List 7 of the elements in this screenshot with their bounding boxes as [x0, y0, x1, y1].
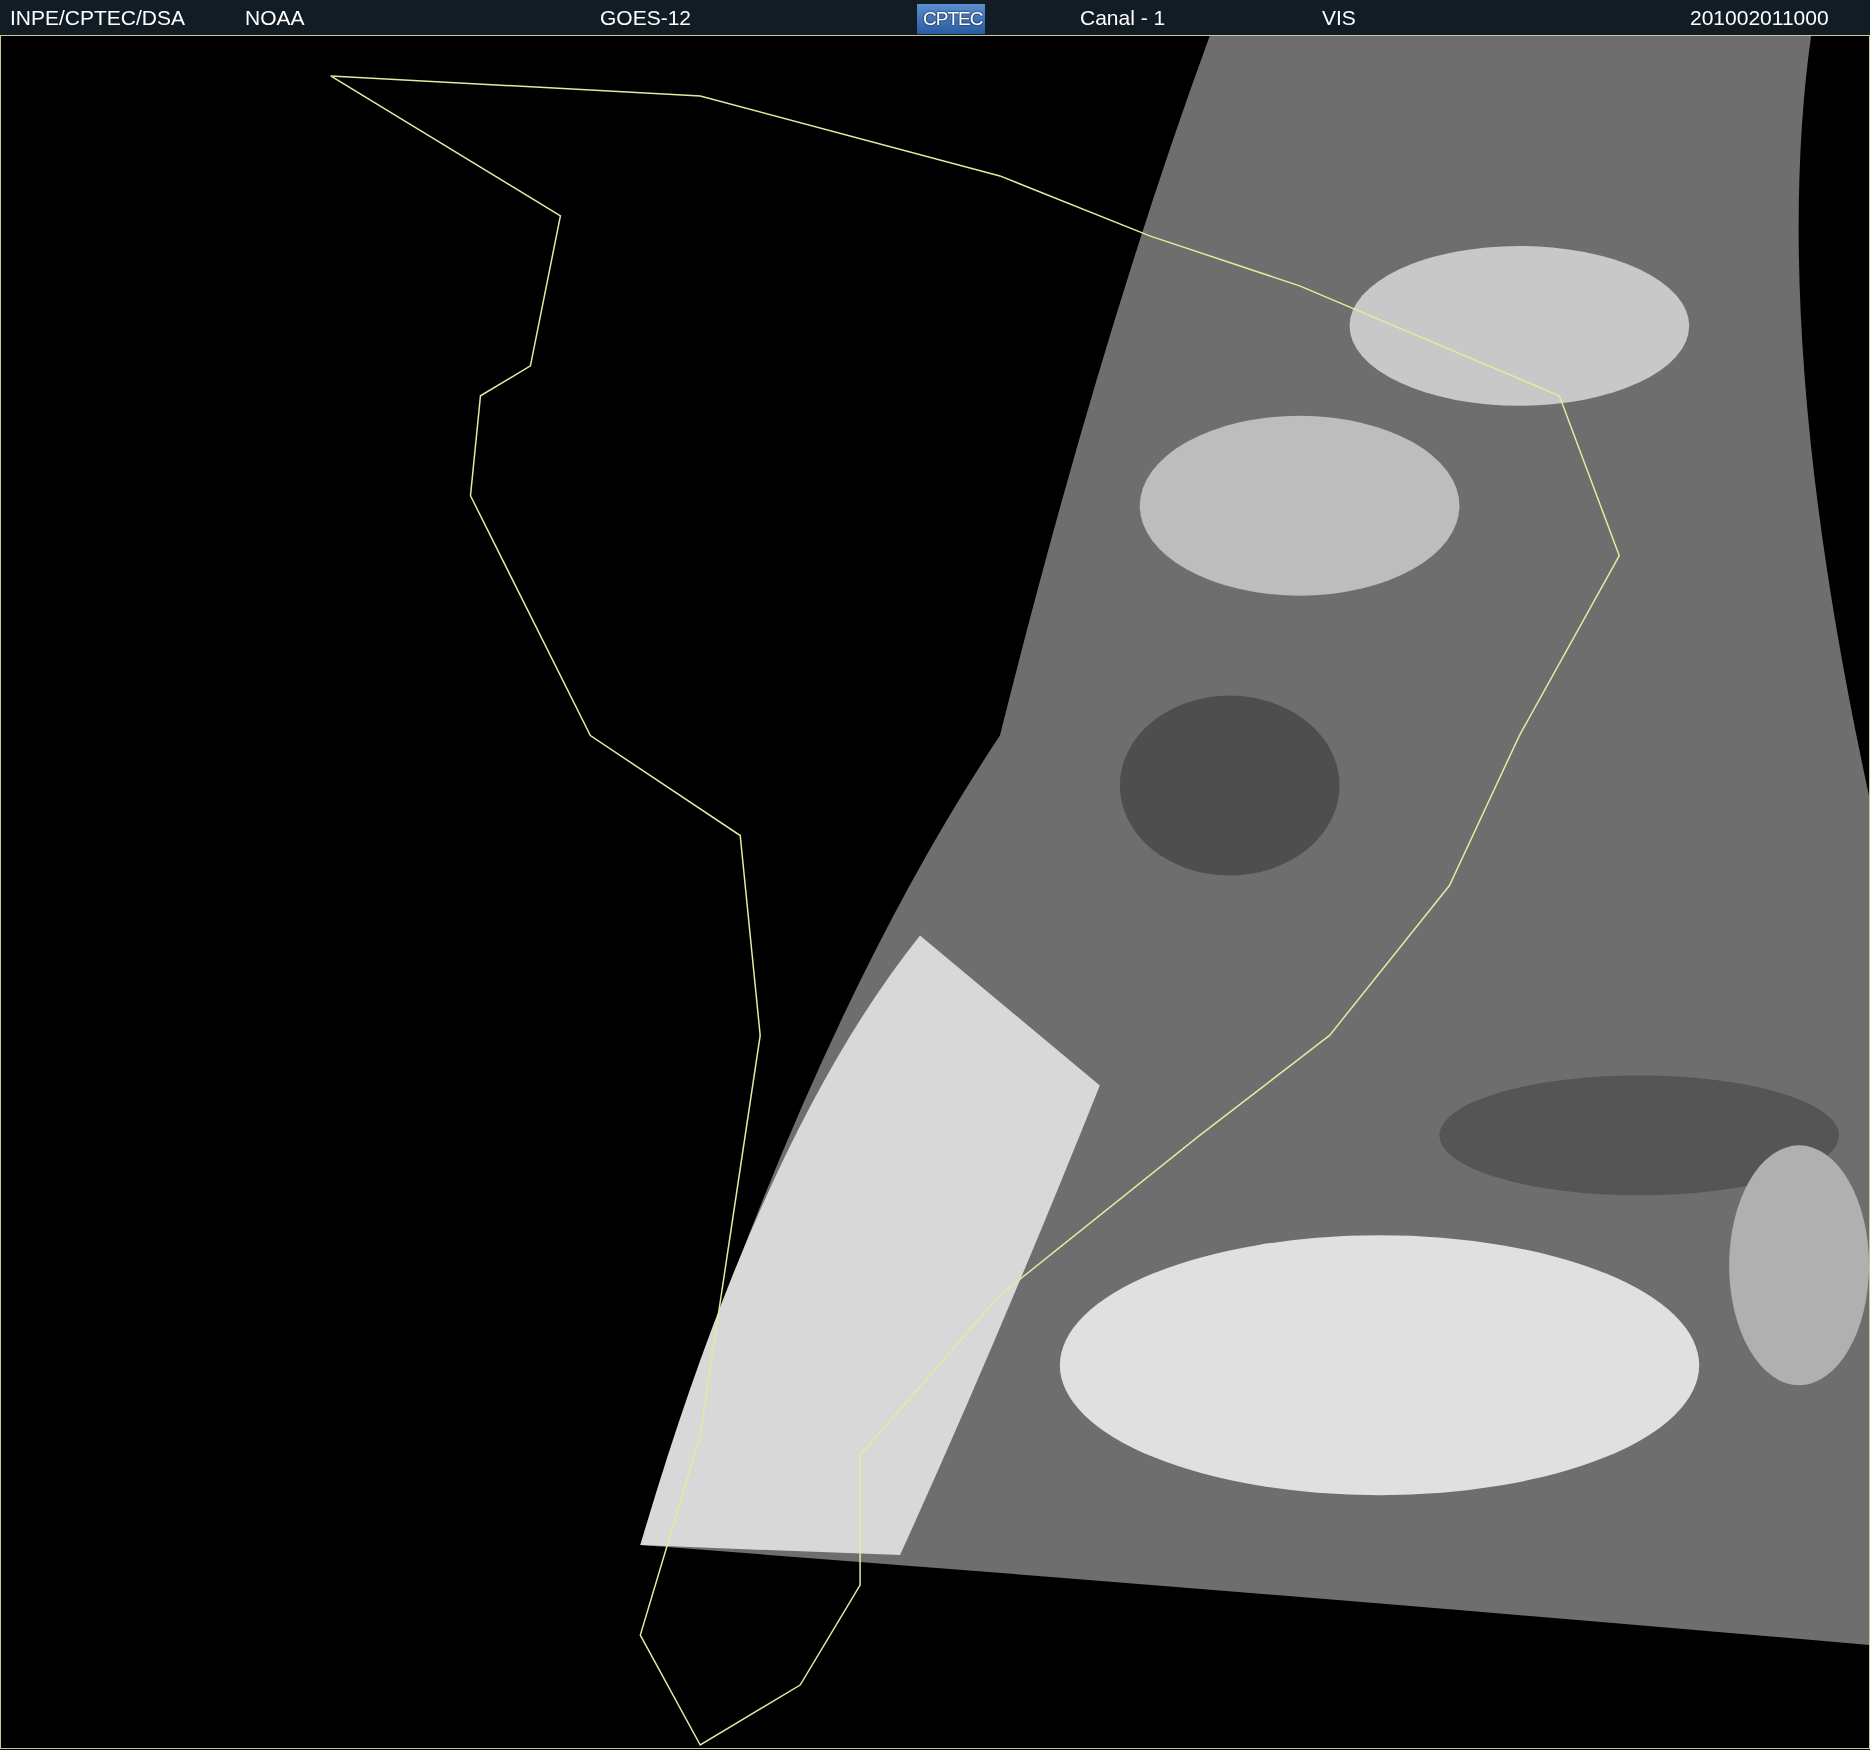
- header-label: VIS: [1322, 6, 1356, 29]
- logo: CPTEC: [917, 4, 985, 34]
- header-label: 201002011000: [1690, 6, 1829, 29]
- header-label: NOAA: [245, 6, 305, 29]
- header-label: Canal - 1: [1080, 6, 1166, 29]
- header-label: GOES-12: [600, 6, 692, 29]
- header-label: INPE/CPTEC/DSA: [10, 6, 186, 29]
